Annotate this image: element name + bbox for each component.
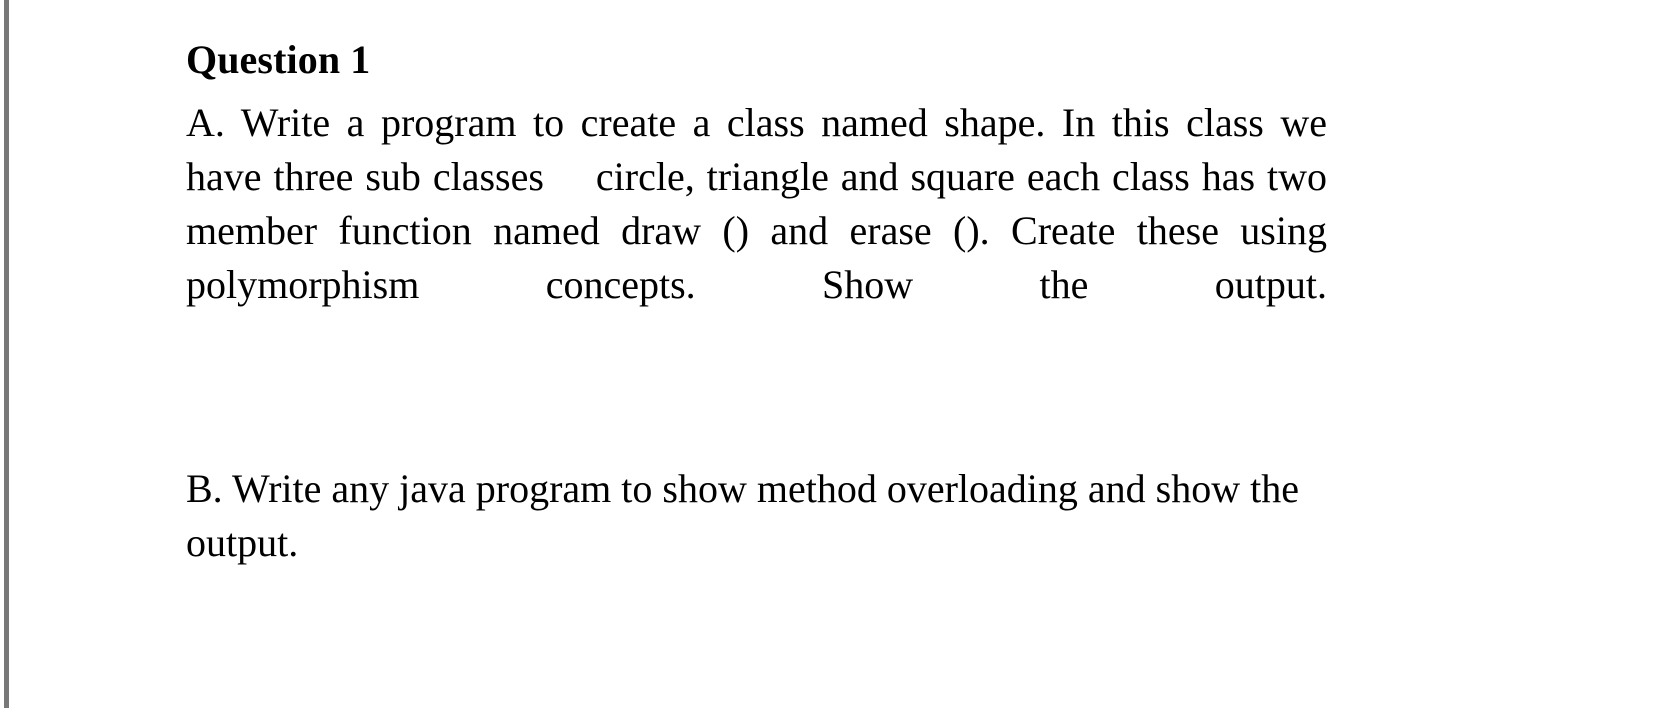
- page-title: Question 1: [186, 37, 371, 82]
- question-item-a: A. Write a program to create a class nam…: [186, 96, 1327, 366]
- page-left-rule: [4, 0, 9, 708]
- document-content: Question 1 A. Write a program to create …: [186, 34, 1327, 570]
- document-page: Question 1 A. Write a program to create …: [0, 0, 1668, 708]
- question-item-b: B. Write any java program to show method…: [186, 466, 1299, 565]
